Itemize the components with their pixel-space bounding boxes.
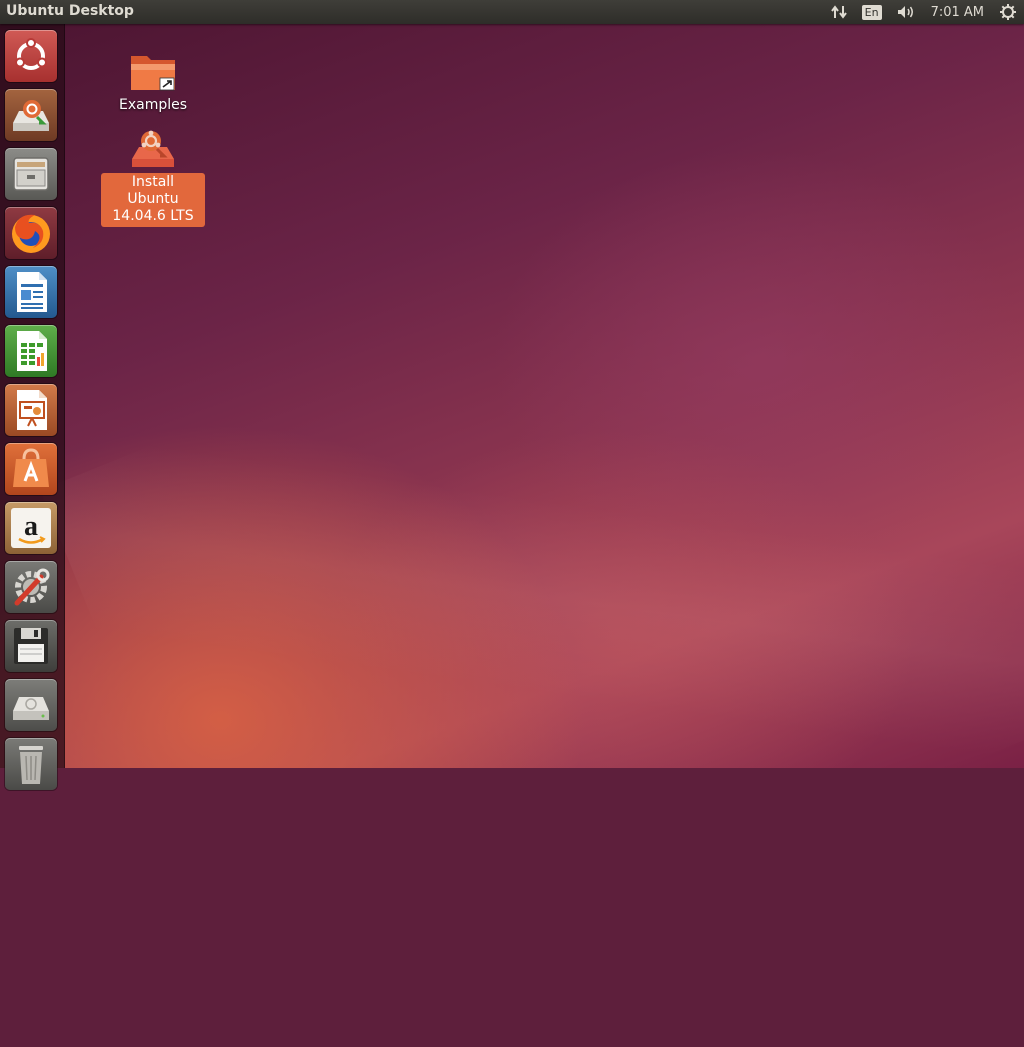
desktop-icon-label: Examples — [118, 97, 188, 113]
software-center-icon — [13, 448, 49, 487]
volume-indicator[interactable] — [889, 0, 923, 24]
launcher-item-trash[interactable] — [5, 738, 57, 790]
indicator-area: En 7:01 AM — [823, 0, 1024, 24]
launcher-item-install-ubuntu[interactable] — [5, 89, 57, 141]
keyboard-layout-indicator[interactable]: En — [855, 0, 889, 24]
launcher-item-floppy[interactable] — [5, 620, 57, 672]
desktop-wallpaper — [0, 0, 1024, 1047]
launcher-item-amazon[interactable]: a — [5, 502, 57, 554]
launcher-item-drive[interactable] — [5, 679, 57, 731]
svg-text:a: a — [24, 511, 38, 542]
firefox-icon — [12, 214, 50, 253]
installer-icon — [132, 130, 174, 167]
launcher: a — [0, 24, 65, 790]
desktop-icon-install-ubuntu[interactable]: Install Ubuntu 14.04.6 LTS — [101, 125, 205, 227]
calc-icon — [17, 331, 47, 371]
volume-icon — [897, 6, 913, 18]
launcher-item-system-settings[interactable] — [5, 561, 57, 613]
gear-icon — [1000, 4, 1016, 20]
clock-text: 7:01 AM — [930, 4, 984, 20]
network-indicator[interactable] — [823, 0, 855, 24]
launcher-item-ubuntu-software-center[interactable] — [5, 443, 57, 495]
desktop-icon-examples[interactable]: Examples — [101, 50, 205, 114]
file-cabinet-icon — [13, 157, 49, 191]
clock-indicator[interactable]: 7:01 AM — [923, 0, 992, 24]
ubuntu-logo-icon — [15, 38, 47, 70]
launcher-item-files[interactable] — [5, 148, 57, 200]
network-icon — [830, 5, 847, 19]
impress-icon — [17, 390, 47, 430]
launcher-item-libreoffice-calc[interactable] — [5, 325, 57, 377]
launcher-item-dash-home[interactable] — [5, 30, 57, 82]
trash-icon — [19, 746, 43, 784]
session-indicator[interactable] — [992, 0, 1024, 24]
wallpaper-ribbon — [40, 153, 1024, 1047]
folder-link-icon — [131, 56, 175, 91]
drive-icon — [13, 697, 49, 720]
window-title: Ubuntu Desktop — [6, 3, 134, 19]
installer-icon — [13, 100, 49, 131]
keyboard-layout-badge: En — [861, 4, 882, 20]
settings-icon — [14, 568, 50, 606]
desktop-icon-label-selected: Install Ubuntu 14.04.6 LTS — [101, 173, 205, 227]
launcher-item-libreoffice-impress[interactable] — [5, 384, 57, 436]
label-line-1: Install Ubuntu — [127, 174, 179, 207]
writer-icon — [17, 272, 47, 312]
amazon-icon: a — [11, 508, 51, 548]
launcher-item-libreoffice-writer[interactable] — [5, 266, 57, 318]
floppy-icon — [14, 628, 48, 664]
launcher-item-firefox[interactable] — [5, 207, 57, 259]
label-line-2: 14.04.6 LTS — [112, 208, 194, 224]
top-panel: Ubuntu Desktop En 7:01 AM — [0, 0, 1024, 24]
